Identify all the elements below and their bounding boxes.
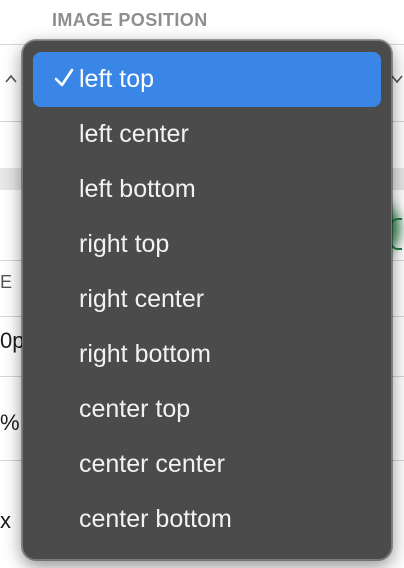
menu-item-right-center[interactable]: right center: [33, 272, 381, 327]
menu-item-label: center center: [79, 450, 225, 478]
menu-item-label: center bottom: [79, 505, 232, 533]
menu-item-right-bottom[interactable]: right bottom: [33, 327, 381, 382]
menu-item-center-center[interactable]: center center: [33, 437, 381, 492]
menu-item-label: right top: [79, 230, 170, 258]
menu-item-label: left center: [79, 120, 189, 148]
menu-item-label: left bottom: [79, 175, 196, 203]
background-text-fragment: 0p: [0, 328, 25, 353]
image-position-label: IMAGE POSITION: [52, 10, 208, 30]
menu-item-left-bottom[interactable]: left bottom: [33, 162, 381, 217]
background-text-fragment: %: [0, 410, 20, 435]
image-position-dropdown: left top left center left bottom right t…: [22, 40, 392, 560]
checkmark-icon: [54, 68, 74, 87]
menu-item-label: right bottom: [79, 340, 212, 368]
menu-item-label: center top: [79, 395, 191, 423]
chevron-left-icon: [5, 74, 17, 83]
menu-item-label: right center: [79, 285, 205, 313]
menu-item-left-center[interactable]: left center: [33, 107, 381, 162]
menu-item-right-top[interactable]: right top: [33, 217, 381, 272]
menu-item-center-bottom[interactable]: center bottom: [33, 492, 381, 547]
chevron-right-icon: [391, 75, 403, 84]
background-text-fragment: E: [0, 272, 13, 292]
background-text-fragment: x: [0, 508, 11, 533]
menu-item-label: left top: [79, 65, 155, 93]
menu-item-center-top[interactable]: center top: [33, 382, 381, 437]
dropdown-menu-list: left top left center left bottom right t…: [23, 41, 391, 547]
menu-item-left-top[interactable]: left top: [33, 52, 381, 107]
